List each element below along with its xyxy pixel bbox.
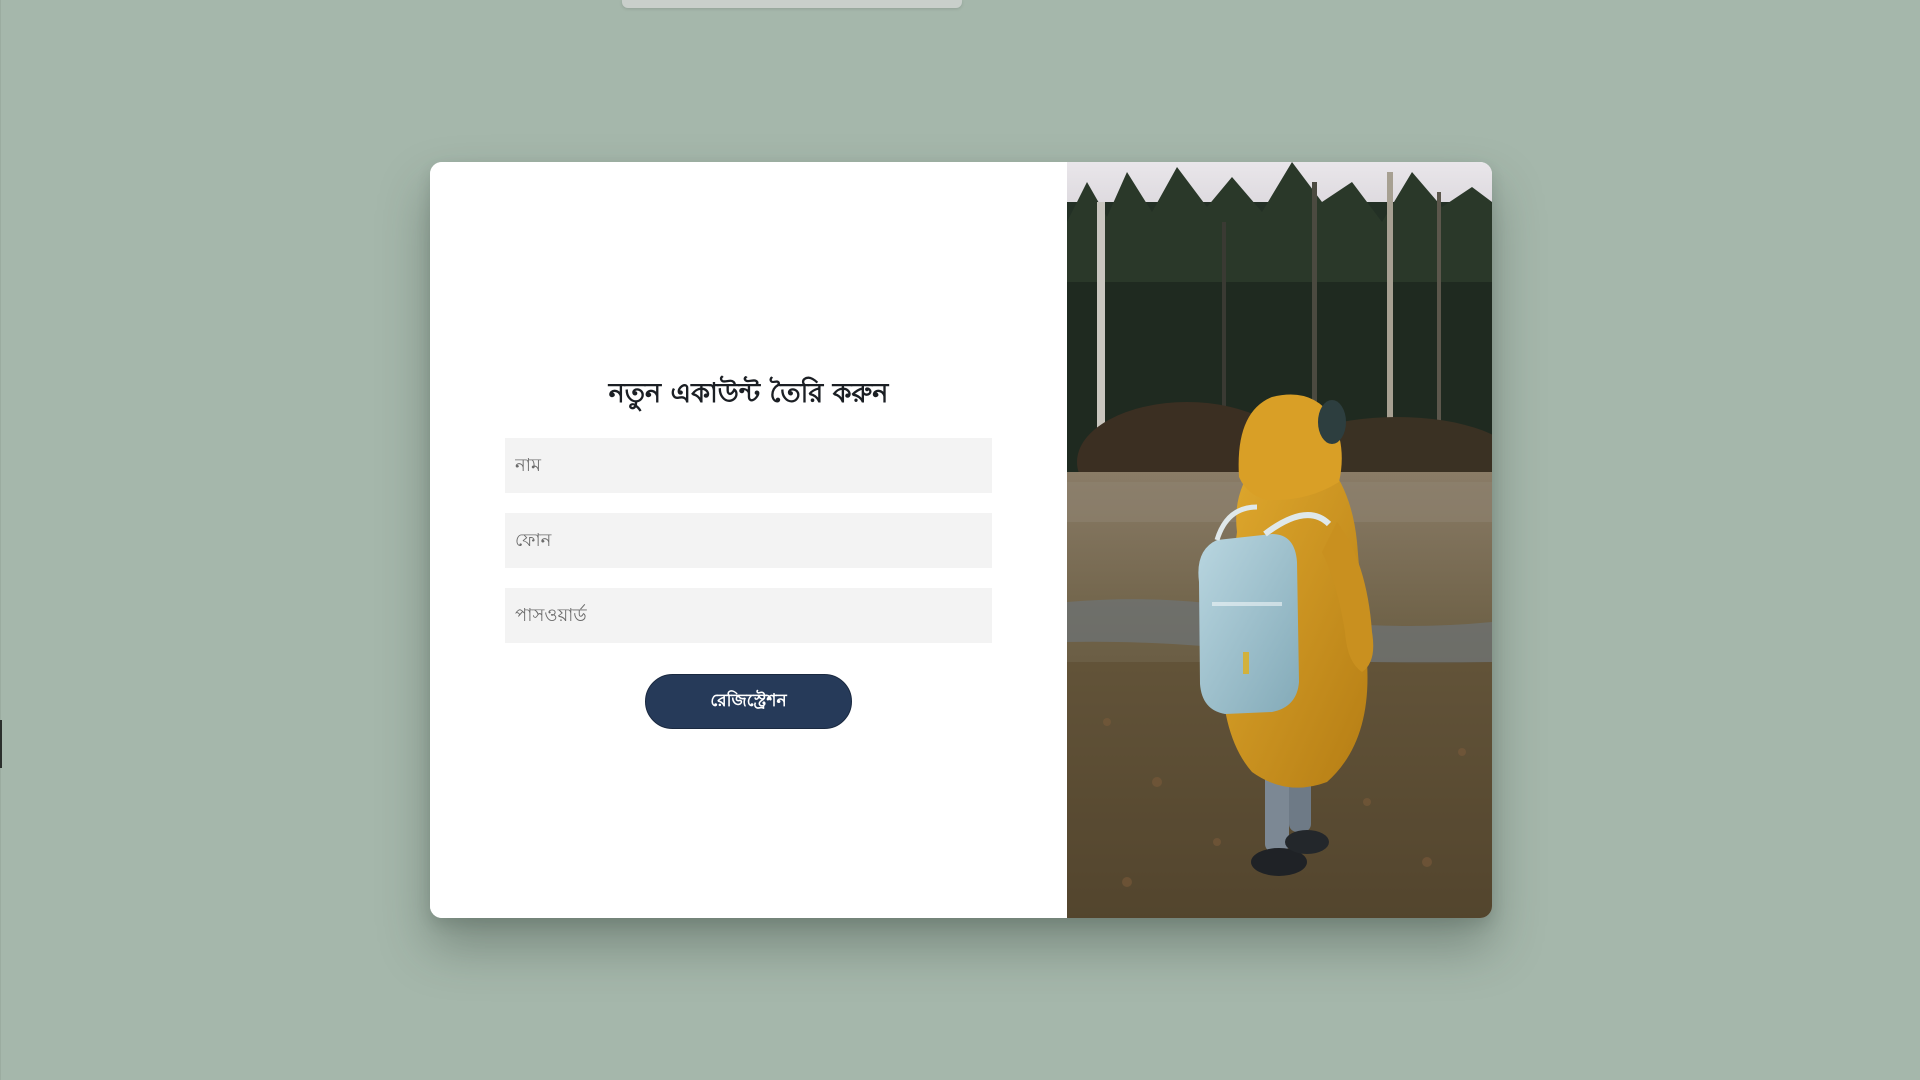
password-input[interactable] — [505, 588, 992, 643]
window-edge — [0, 0, 1, 1080]
form-panel: নতুন একাউন্ট তৈরি করুন রেজিস্ট্রেশন — [430, 162, 1067, 918]
text-cursor-mark — [0, 720, 2, 768]
phone-input[interactable] — [505, 513, 992, 568]
form-title: নতুন একাউন্ট তৈরি করুন — [608, 378, 889, 409]
top-tab-handle — [622, 0, 962, 8]
name-input[interactable] — [505, 438, 992, 493]
register-button[interactable]: রেজিস্ট্রেশন — [645, 674, 852, 729]
registration-form: নতুন একাউন্ট তৈরি করুন রেজিস্ট্রেশন — [505, 372, 992, 729]
child-walking-photo — [1067, 162, 1492, 918]
hero-image-panel — [1067, 162, 1492, 918]
registration-card: নতুন একাউন্ট তৈরি করুন রেজিস্ট্রেশন — [430, 162, 1492, 918]
